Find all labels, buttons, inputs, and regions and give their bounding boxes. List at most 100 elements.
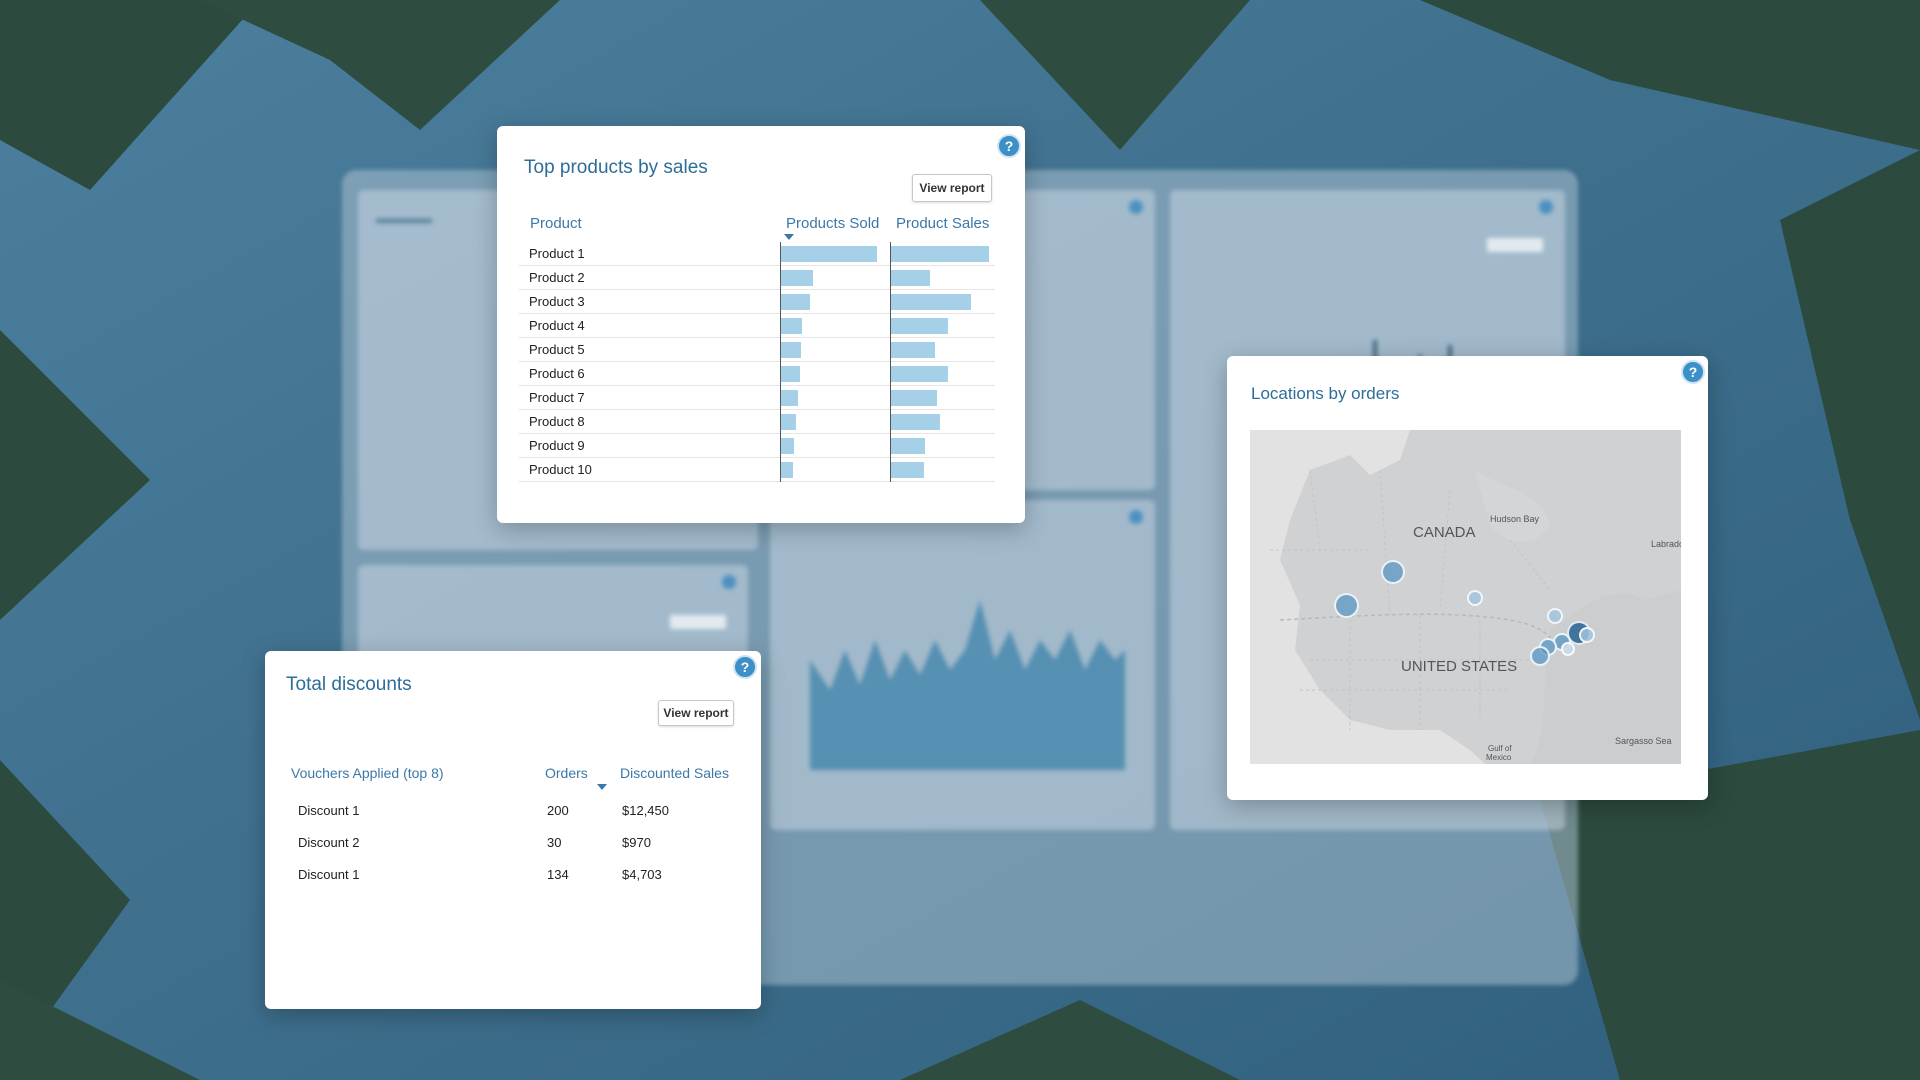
column-header-product[interactable]: Product xyxy=(530,215,582,232)
sort-descending-icon xyxy=(784,234,794,240)
top-products-card: ? Top products by sales View report Prod… xyxy=(497,126,1025,523)
product-name: Product 4 xyxy=(529,318,585,333)
column-header-orders[interactable]: Orders xyxy=(545,765,588,781)
products-sold-bar xyxy=(781,414,796,430)
column-header-product-sales[interactable]: Product Sales xyxy=(896,215,989,232)
product-row[interactable]: Product 7 xyxy=(497,386,1025,410)
map-marker[interactable] xyxy=(1530,646,1550,666)
discount-row[interactable]: Discount 1 134 $4,703 xyxy=(265,859,761,891)
ghost-help-icon xyxy=(1129,200,1143,214)
product-sales-bar xyxy=(891,462,924,478)
map-marker[interactable] xyxy=(1381,560,1405,584)
product-row[interactable]: Product 10 xyxy=(497,458,1025,482)
column-header-discounted-sales[interactable]: Discounted Sales xyxy=(620,765,729,781)
map-label-mexico: Mexico xyxy=(1486,753,1512,762)
discount-name: Discount 1 xyxy=(298,867,360,882)
product-name: Product 1 xyxy=(529,246,585,261)
column-header-vouchers[interactable]: Vouchers Applied (top 8) xyxy=(291,765,444,781)
locations-card: ? Locations by orders CANADA UNITED STAT… xyxy=(1227,356,1708,800)
view-report-button[interactable]: View report xyxy=(658,700,734,726)
product-name: Product 7 xyxy=(529,390,585,405)
ghost-panel-guest-rate xyxy=(770,500,1155,830)
ghost-help-icon xyxy=(1539,200,1553,214)
product-row[interactable]: Product 8 xyxy=(497,410,1025,434)
row-divider xyxy=(519,481,995,482)
product-row[interactable]: Product 4 xyxy=(497,314,1025,338)
product-sales-bar xyxy=(891,294,971,310)
ghost-panel-products xyxy=(1010,190,1155,490)
map-marker[interactable] xyxy=(1467,590,1483,606)
product-name: Product 10 xyxy=(529,462,592,477)
products-sold-bar xyxy=(781,246,877,262)
product-row[interactable]: Product 5 xyxy=(497,338,1025,362)
sort-descending-icon xyxy=(597,784,607,790)
map-marker[interactable] xyxy=(1334,593,1359,618)
product-row[interactable]: Product 9 xyxy=(497,434,1025,458)
ghost-help-icon xyxy=(722,575,736,589)
map-marker[interactable] xyxy=(1547,608,1563,624)
discount-sales: $4,703 xyxy=(622,867,662,882)
products-sold-bar xyxy=(781,294,810,310)
product-name: Product 6 xyxy=(529,366,585,381)
map-label-sargasso: Sargasso Sea xyxy=(1615,736,1672,746)
card-title: Locations by orders xyxy=(1251,384,1400,403)
products-sold-bar xyxy=(781,342,801,358)
product-name: Product 8 xyxy=(529,414,585,429)
product-name: Product 5 xyxy=(529,342,585,357)
products-sold-bar xyxy=(781,462,793,478)
discount-orders: 200 xyxy=(547,803,569,818)
product-row[interactable]: Product 1 xyxy=(497,242,1025,266)
product-name: Product 2 xyxy=(529,270,585,285)
map-label-canada: CANADA xyxy=(1413,524,1476,541)
card-title: Total discounts xyxy=(286,674,412,695)
products-sold-bar xyxy=(781,390,798,406)
product-row[interactable]: Product 3 xyxy=(497,290,1025,314)
product-sales-bar xyxy=(891,438,925,454)
help-icon[interactable]: ? xyxy=(1681,360,1705,384)
product-table: Product 1 Product 2 Product 3 Product 4 Prod… xyxy=(497,242,1025,492)
help-icon[interactable]: ? xyxy=(733,655,757,679)
help-icon[interactable]: ? xyxy=(997,134,1021,158)
map-marker[interactable] xyxy=(1561,642,1575,656)
map[interactable]: CANADA UNITED STATES Hudson Bay Labrado … xyxy=(1250,430,1681,764)
products-sold-bar xyxy=(781,318,802,334)
ghost-area-chart xyxy=(810,600,1125,770)
map-land xyxy=(1250,430,1681,764)
ghost-button xyxy=(1487,238,1543,252)
discount-sales: $12,450 xyxy=(622,803,669,818)
map-label-gulf: Gulf of xyxy=(1488,744,1512,753)
discount-name: Discount 2 xyxy=(298,835,360,850)
map-label-united-states: UNITED STATES xyxy=(1401,658,1518,675)
product-name: Product 9 xyxy=(529,438,585,453)
product-sales-bar xyxy=(891,342,935,358)
view-report-button[interactable]: View report xyxy=(912,174,992,202)
column-header-products-sold[interactable]: Products Sold xyxy=(786,215,879,232)
map-label-labrador: Labrado xyxy=(1651,539,1681,549)
products-sold-bar xyxy=(781,270,813,286)
discount-row[interactable]: Discount 2 30 $970 xyxy=(265,827,761,859)
map-label-hudson-bay: Hudson Bay xyxy=(1490,514,1540,524)
discount-row[interactable]: Discount 1 200 $12,450 xyxy=(265,795,761,827)
discount-orders: 30 xyxy=(547,835,562,850)
discount-orders: 134 xyxy=(547,867,569,882)
product-sales-bar xyxy=(891,318,948,334)
discount-sales: $970 xyxy=(622,835,651,850)
card-title: Top products by sales xyxy=(524,157,708,178)
bar-axis-line xyxy=(890,242,891,482)
bar-axis-line xyxy=(780,242,781,482)
products-sold-bar xyxy=(781,438,794,454)
ghost-panel-title: ▬▬▬▬ xyxy=(376,210,432,226)
ghost-button xyxy=(670,615,726,629)
discount-name: Discount 1 xyxy=(298,803,360,818)
product-row[interactable]: Product 2 xyxy=(497,266,1025,290)
product-sales-bar xyxy=(891,246,989,262)
product-row[interactable]: Product 6 xyxy=(497,362,1025,386)
product-sales-bar xyxy=(891,366,948,382)
product-sales-bar xyxy=(891,414,940,430)
map-marker[interactable] xyxy=(1579,627,1595,643)
products-sold-bar xyxy=(781,366,800,382)
product-sales-bar xyxy=(891,270,930,286)
discount-table: Discount 1 200 $12,450 Discount 2 30 $970 Disc… xyxy=(265,795,761,905)
product-name: Product 3 xyxy=(529,294,585,309)
total-discounts-card: ? Total discounts View report Vouchers A… xyxy=(265,651,761,1009)
